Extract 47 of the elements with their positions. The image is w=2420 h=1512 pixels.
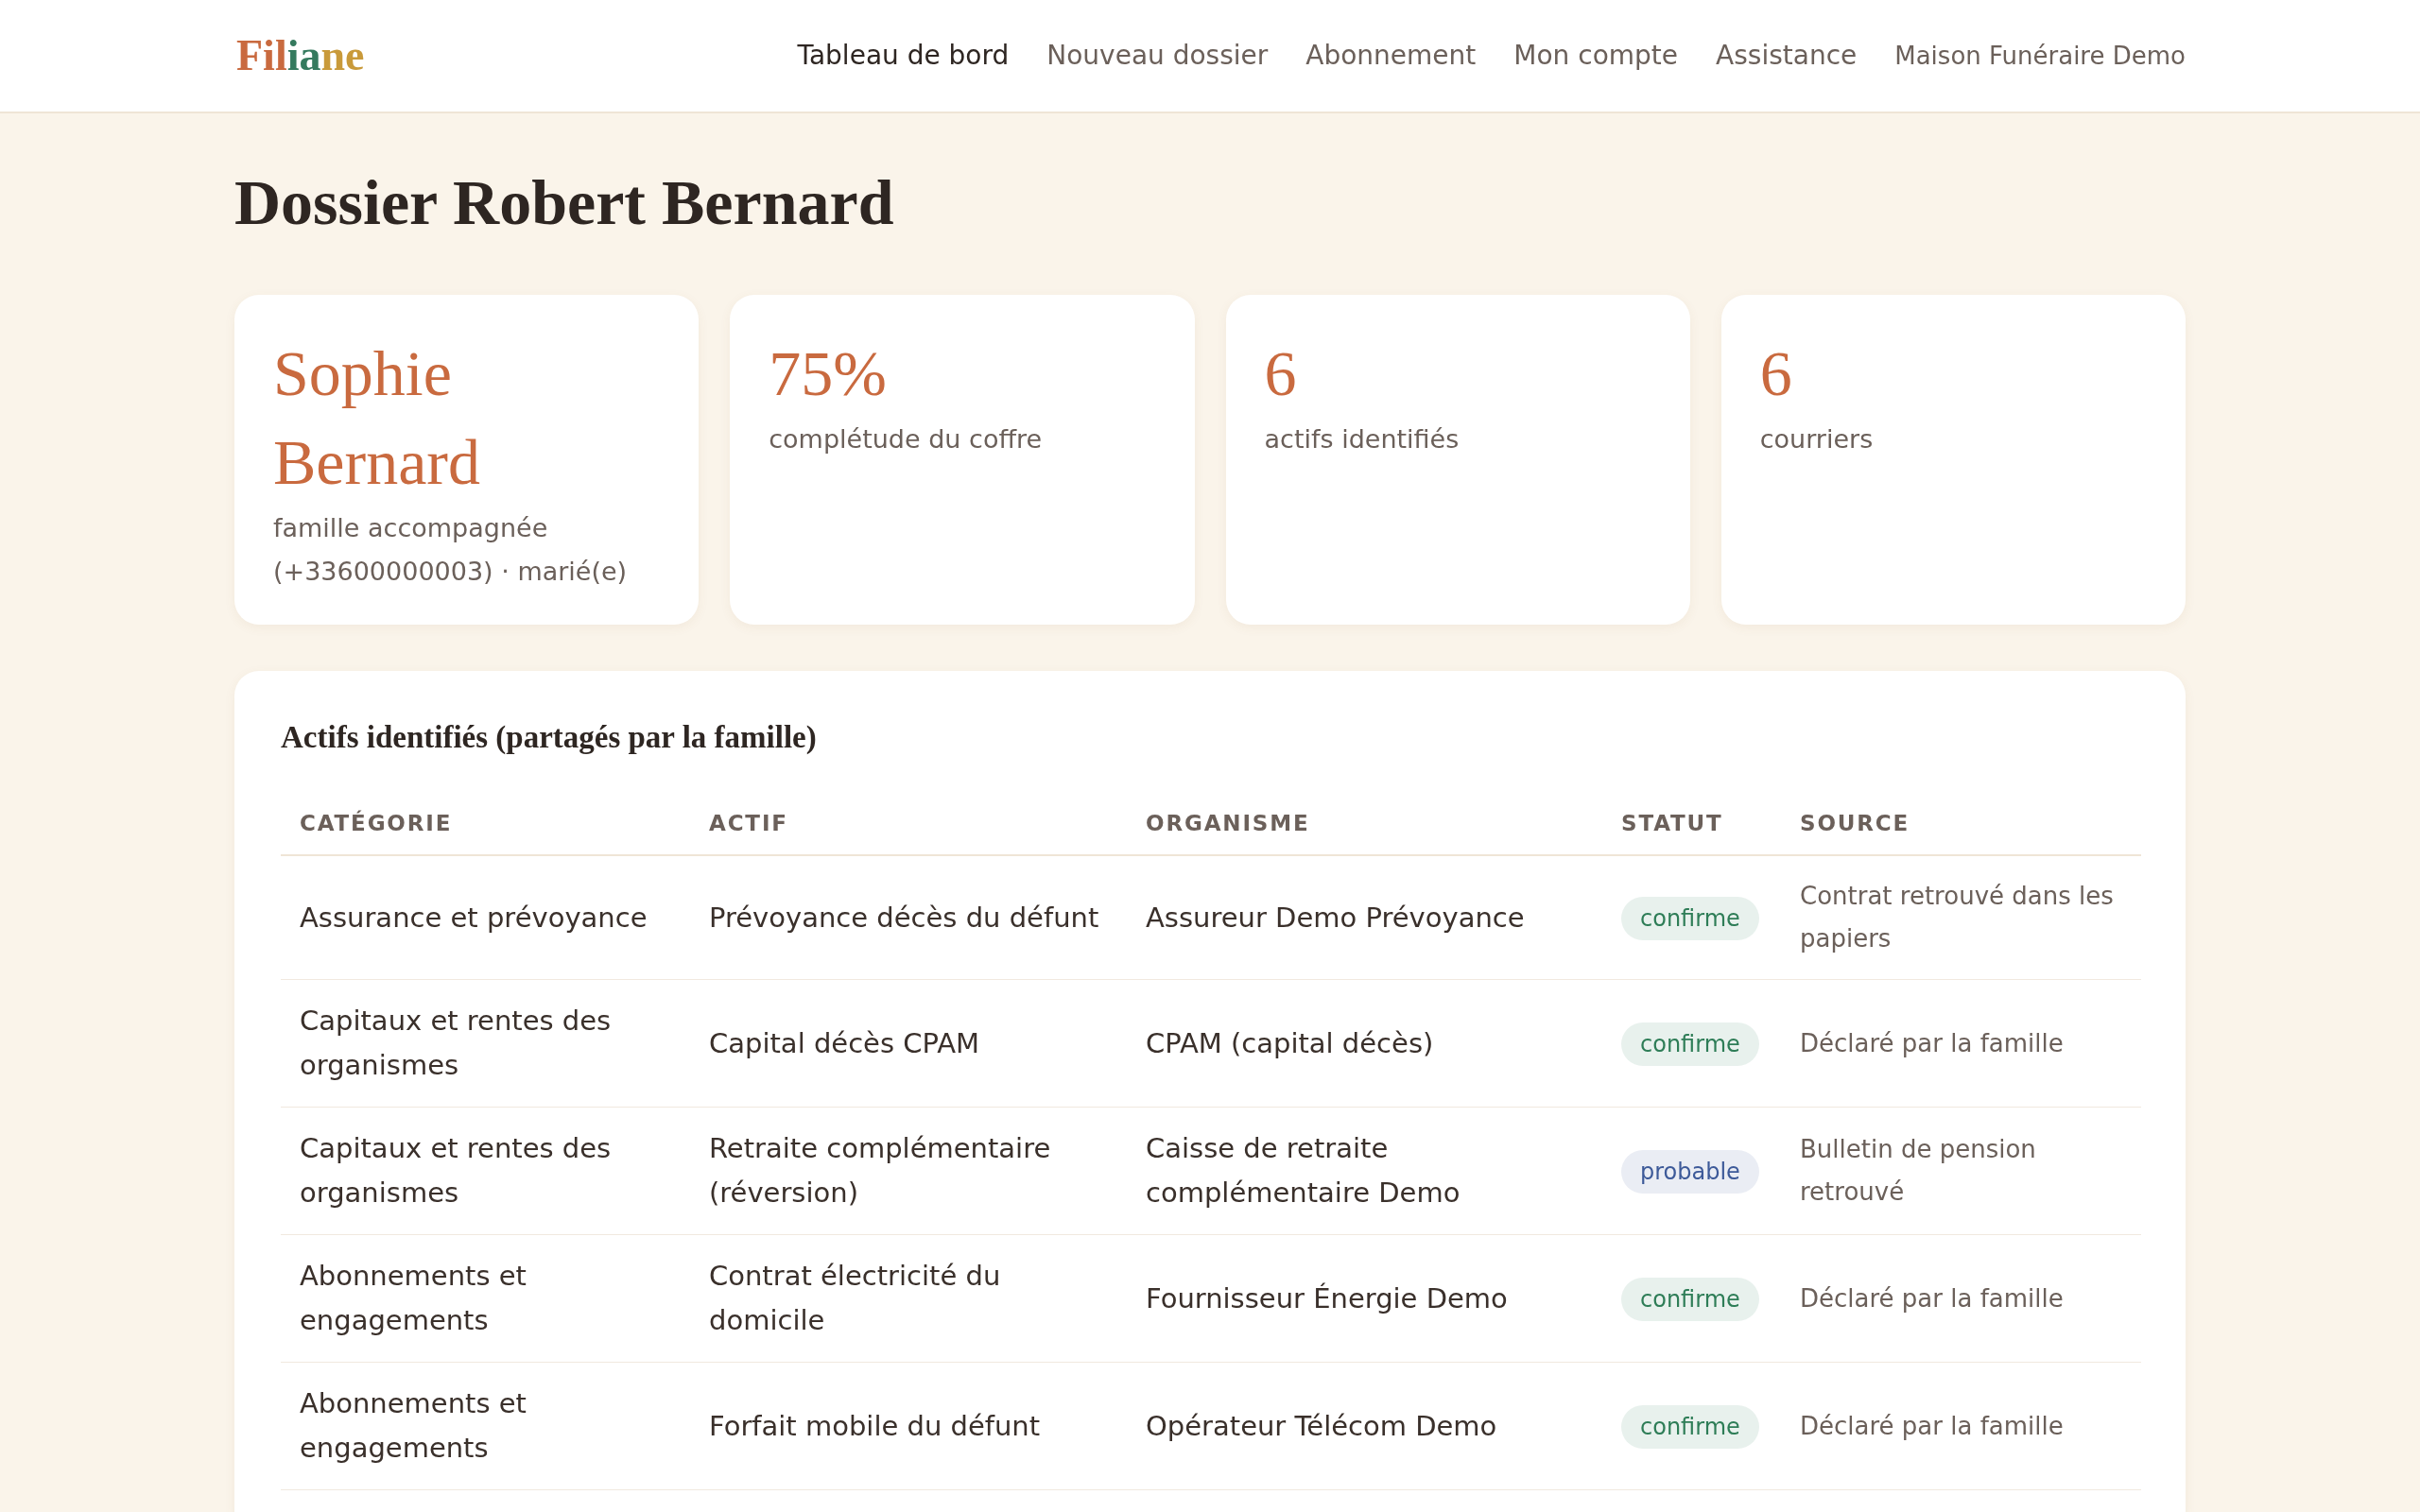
category-cell: Abonnements et engagements xyxy=(281,1362,690,1490)
asset-cell: Capital décès CPAM xyxy=(690,979,1127,1108)
source-cell: Déclaré par la famille xyxy=(1781,1362,2141,1490)
nav-link[interactable]: Tableau de bord xyxy=(797,37,1010,75)
status-badge: probable xyxy=(1621,1150,1759,1194)
source-cell: Contrat retrouvé dans les papiers xyxy=(1781,855,2141,980)
source-cell: Bulletin de pension retrouvé xyxy=(1781,1107,2141,1235)
nav-link[interactable]: Abonnement xyxy=(1305,37,1477,75)
status-badge: confirme xyxy=(1621,1022,1759,1066)
asset-cell: Forfait mobile du défunt xyxy=(690,1362,1127,1490)
category-cell: Capitaux et rentes des organismes xyxy=(281,1107,690,1235)
status-badge: confirme xyxy=(1621,897,1759,940)
nav-link[interactable]: Mon compte xyxy=(1513,37,1679,75)
source-cell: Déclaré par la famille xyxy=(1781,1234,2141,1363)
organization-cell: CPAM (capital décès) xyxy=(1127,979,1602,1108)
category-cell: Assurance et prévoyance xyxy=(281,855,690,980)
logo[interactable]: Filiane xyxy=(236,29,365,82)
status-badge: confirme xyxy=(1621,1405,1759,1449)
stat-value: 75% xyxy=(769,336,888,411)
nav-link[interactable]: Assistance xyxy=(1716,37,1858,75)
status-badge: confirme xyxy=(1621,1278,1759,1321)
stat-label: courriers xyxy=(1759,423,1875,455)
organization-cell: Assureur Demo Prévoyance xyxy=(1127,855,1602,980)
asset-cell: Retraite complémentaire (réversion) xyxy=(690,1107,1127,1235)
organization-cell: Caisse de retraite complémentaire Demo xyxy=(1127,1107,1602,1235)
stat-value: 6 xyxy=(1759,336,1793,411)
stat-value: 6 xyxy=(1264,336,1298,411)
stat-label: actifs identifiés xyxy=(1264,423,1461,455)
column-header: ORGANISME xyxy=(1127,792,1602,855)
nav-link[interactable]: Nouveau dossier xyxy=(1046,37,1269,75)
stat-value: Sophie Bernard xyxy=(273,336,481,500)
column-header: CATÉGORIE xyxy=(281,792,690,855)
stat-label: complétude du coffre xyxy=(769,423,1044,455)
source-cell: Déclaré par la famille xyxy=(1781,979,2141,1108)
asset-cell: Prévoyance décès du défunt xyxy=(690,855,1127,980)
organization-cell: Fournisseur Énergie Demo xyxy=(1127,1234,1602,1363)
account-link[interactable]: Maison Funéraire Demo xyxy=(1894,37,2186,75)
stat-label: famille accompagnée (+33600000003) · marié(e) xyxy=(273,512,629,588)
organization-cell: Opérateur Télécom Demo xyxy=(1127,1362,1602,1490)
column-header: ACTIF xyxy=(690,792,1127,855)
category-cell: Abonnements et engagements xyxy=(281,1234,690,1363)
asset-cell: Contrat électricité du domicile xyxy=(690,1234,1127,1363)
column-header: SOURCE xyxy=(1781,792,2141,855)
category-cell: Capitaux et rentes des organismes xyxy=(281,979,690,1108)
column-header: STATUT xyxy=(1602,792,1781,855)
panel-heading: Actifs identifiés (partagés par la famille) xyxy=(281,719,818,756)
page-title: Dossier Robert Bernard xyxy=(234,165,895,240)
